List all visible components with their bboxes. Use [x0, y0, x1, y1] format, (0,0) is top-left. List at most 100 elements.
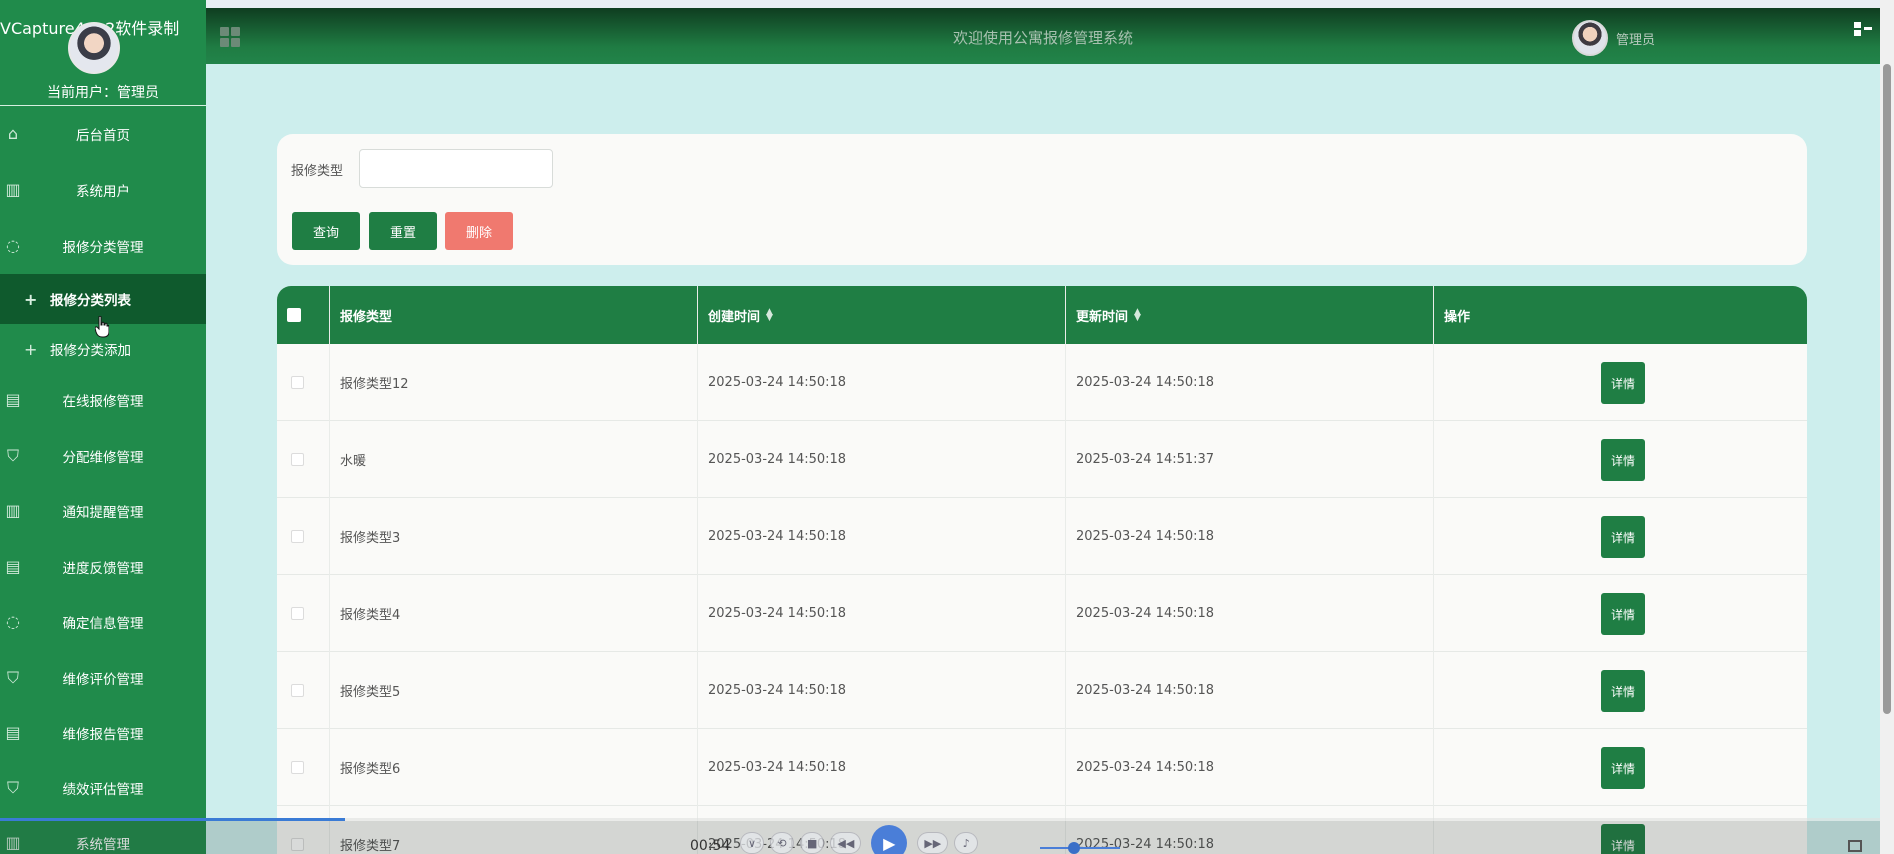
- volume-knob[interactable]: [1068, 842, 1080, 854]
- data-table: 报修类型 创建时间 ▲ ▼ 更新时间 ▲ ▼ 操作 报修类型12 2025-03-24…: [277, 286, 1807, 854]
- play-icon[interactable]: ▶: [871, 825, 908, 854]
- table-row: 报修类型6 2025-03-24 14:50:18 2025-03-24 14:50…: [277, 729, 1807, 806]
- sidebar-divider: [0, 105, 206, 106]
- collapse-icon[interactable]: [1854, 22, 1872, 36]
- sidebar-subitem-label: 报修分类添加: [50, 343, 131, 359]
- cell-created: 2025-03-24 14:50:18: [698, 344, 1066, 421]
- page-scrollbar[interactable]: [1880, 0, 1894, 854]
- sort-icon[interactable]: ▲ ▼: [766, 308, 773, 323]
- rewind-icon[interactable]: ◀◀: [830, 832, 862, 854]
- sidebar-item-online-repair[interactable]: ▤ 在线报修管理: [0, 377, 206, 423]
- sidebar-item-repair-evaluation[interactable]: ⛉ 维修评价管理: [0, 655, 206, 701]
- hand-cursor-icon: [95, 316, 109, 338]
- column-header-label: 报修类型: [340, 309, 393, 325]
- sidebar: VCapture4.0.2软件录制 当前用户：管理员 ⌂ 后台首页 ▥ 系统用户…: [0, 0, 206, 854]
- sidebar-item-progress-feedback[interactable]: ▤ 进度反馈管理: [0, 544, 206, 590]
- sidebar-item-label: 维修报告管理: [62, 727, 144, 743]
- home-icon: ⌂: [7, 124, 19, 143]
- fast-forward-icon[interactable]: ▶▶: [917, 832, 949, 854]
- cell-type: 报修类型5: [330, 652, 698, 729]
- filter-panel: 报修类型 查询 重置 删除: [277, 134, 1807, 265]
- reset-button[interactable]: 重置: [369, 212, 437, 250]
- stop-icon[interactable]: ■: [800, 832, 825, 854]
- row-checkbox[interactable]: [291, 376, 304, 389]
- cell-updated: 2025-03-24 14:50:18: [1066, 575, 1434, 652]
- sidebar-item-notifications[interactable]: ▥ 通知提醒管理: [0, 488, 206, 534]
- header-user-name: 管理员: [1616, 32, 1656, 48]
- sidebar-item-confirm-info[interactable]: ◌ 确定信息管理: [0, 599, 206, 645]
- sidebar-item-label: 通知提醒管理: [62, 505, 144, 521]
- detail-button[interactable]: 详情: [1601, 362, 1645, 404]
- sort-icon[interactable]: ▲ ▼: [1134, 308, 1141, 323]
- column-header-label: 更新时间: [1076, 309, 1129, 325]
- row-checkbox[interactable]: [291, 607, 304, 620]
- table-row: 报修类型5 2025-03-24 14:50:18 2025-03-24 14:50…: [277, 652, 1807, 729]
- row-checkbox-cell: [277, 575, 330, 652]
- row-checkbox-cell: [277, 421, 330, 498]
- sidebar-item-label: 维修评价管理: [62, 672, 144, 688]
- table-row: 报修类型3 2025-03-24 14:50:18 2025-03-24 14:50…: [277, 498, 1807, 575]
- columns-icon: ▥: [5, 180, 21, 199]
- cell-created: 2025-03-24 14:50:18: [698, 652, 1066, 729]
- current-user: 当前用户：管理员: [0, 82, 206, 102]
- table-row: 报修类型12 2025-03-24 14:50:18 2025-03-24 14:5…: [277, 344, 1807, 421]
- plus-icon: +: [24, 289, 38, 309]
- player-time: 00:54: [690, 838, 731, 854]
- sidebar-item-label: 后台首页: [76, 128, 130, 144]
- repair-type-input[interactable]: [359, 149, 553, 188]
- shield-icon: ⛉: [6, 778, 19, 797]
- header-user-menu[interactable]: 管理员: [1572, 20, 1655, 56]
- document-icon: ▤: [5, 557, 21, 576]
- column-header-created[interactable]: 创建时间 ▲ ▼: [698, 286, 1066, 344]
- mute-icon[interactable]: ♪: [954, 832, 979, 854]
- cell-type: 报修类型4: [330, 575, 698, 652]
- column-header-updated[interactable]: 更新时间 ▲ ▼: [1066, 286, 1434, 344]
- cell-type: 报修类型6: [330, 729, 698, 806]
- row-checkbox-cell: [277, 729, 330, 806]
- shield-icon: ⛉: [6, 668, 19, 687]
- scrollbar-thumb[interactable]: [1883, 64, 1891, 714]
- detail-button[interactable]: 详情: [1601, 439, 1645, 481]
- sidebar-item-performance[interactable]: ⛉ 绩效评估管理: [0, 765, 206, 811]
- cell-created: 2025-03-24 14:50:18: [698, 575, 1066, 652]
- cell-type: 水暖: [330, 421, 698, 498]
- cell-updated: 2025-03-24 14:50:18: [1066, 498, 1434, 575]
- query-button[interactable]: 查询: [292, 212, 360, 250]
- row-checkbox[interactable]: [291, 453, 304, 466]
- sidebar-item-assign-repair[interactable]: ⛉ 分配维修管理: [0, 433, 206, 479]
- select-all-checkbox[interactable]: [287, 308, 301, 322]
- speed-down-icon[interactable]: ∨: [740, 832, 764, 854]
- delete-button[interactable]: 删除: [445, 212, 513, 250]
- document-icon: ▤: [5, 723, 21, 742]
- header-checkbox-cell: [277, 286, 330, 344]
- sidebar-item-repair-category[interactable]: ◌ 报修分类管理: [0, 223, 206, 269]
- row-checkbox-cell: [277, 652, 330, 729]
- cell-created: 2025-03-24 14:50:18: [698, 421, 1066, 498]
- filter-label: 报修类型: [291, 164, 344, 179]
- fullscreen-icon[interactable]: [1848, 840, 1862, 852]
- progress-fill: [0, 818, 345, 821]
- sidebar-item-system-users[interactable]: ▥ 系统用户: [0, 167, 206, 213]
- cell-type: 报修类型12: [330, 344, 698, 421]
- row-checkbox[interactable]: [291, 684, 304, 697]
- document-icon: ▤: [5, 390, 21, 409]
- browser-top-strip: [0, 0, 1894, 8]
- table-row: 报修类型4 2025-03-24 14:50:18 2025-03-24 14:50…: [277, 575, 1807, 652]
- detail-button[interactable]: 详情: [1601, 516, 1645, 558]
- plus-icon: +: [24, 339, 38, 359]
- volume-slider[interactable]: [1040, 847, 1120, 849]
- sidebar-item-label: 确定信息管理: [62, 616, 144, 632]
- column-header-type: 报修类型: [330, 286, 698, 344]
- row-checkbox[interactable]: [291, 761, 304, 774]
- cell-created: 2025-03-24 14:50:18: [698, 498, 1066, 575]
- detail-button[interactable]: 详情: [1601, 747, 1645, 789]
- detail-button[interactable]: 详情: [1601, 670, 1645, 712]
- cell-updated: 2025-03-24 14:50:18: [1066, 344, 1434, 421]
- top-header: 欢迎使用公寓报修管理系统 管理员: [206, 8, 1880, 64]
- cell-created: 2025-03-24 14:50:18: [698, 729, 1066, 806]
- sidebar-item-repair-report[interactable]: ▤ 维修报告管理: [0, 710, 206, 756]
- row-checkbox[interactable]: [291, 530, 304, 543]
- loop-icon[interactable]: ⟲: [770, 832, 794, 854]
- sidebar-item-home[interactable]: ⌂ 后台首页: [0, 111, 206, 157]
- detail-button[interactable]: 详情: [1601, 593, 1645, 635]
